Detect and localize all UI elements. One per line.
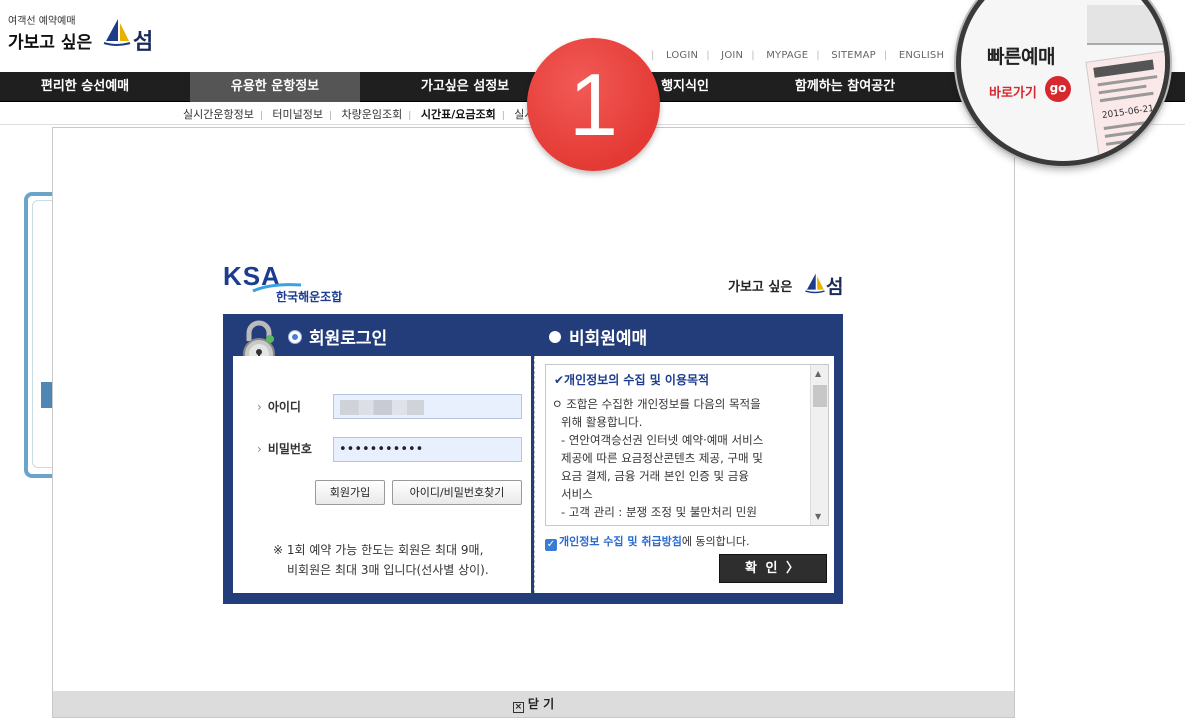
agree-checkbox[interactable]: ✓ [545,539,557,551]
ticket-icon: 2015-06-21 [1085,49,1165,161]
top-utility-nav: | | LOGIN| JOIN| MYPAGE| SITEMAP| ENGLIS… [628,50,945,61]
brand-island: 섬 [826,276,844,298]
login-link[interactable]: LOGIN [666,50,698,61]
privacy-scrollbar[interactable]: ▲ ▼ [810,365,828,525]
id-input[interactable] [333,394,522,419]
nav-operation-info[interactable]: 유용한 운항정보 [190,72,360,102]
radio-guest[interactable] [549,331,561,343]
password-label: › 비밀번호 [257,442,312,456]
step-number-badge: 1 [527,38,660,171]
close-button[interactable]: × 닫 기 [53,691,1014,717]
ksa-name: 한국해운조합 [276,290,343,304]
confirm-button[interactable]: 확 인 〉 [719,554,827,583]
english-link[interactable]: ENGLISH [899,50,944,61]
quick-booking-title: 빠른예매 [987,46,1055,68]
radio-member[interactable] [289,331,301,343]
logo-island: 섬 [133,30,154,55]
login-panel: 회원로그인 비회원예매 › 아이디 › 비밀번호 ••••••••••• 회원가입 … [223,314,843,604]
logo-subtitle: 여객선 예약예매 [8,16,76,27]
brand-title: 가보고 싶은 [728,280,793,295]
nav-island-info[interactable]: 가고싶은 섬정보 [380,72,550,102]
privacy-policy-link[interactable]: 개인정보 수집 및 취급방침 [559,535,682,548]
scroll-up-icon[interactable]: ▲ [815,369,821,378]
privacy-section: ✔개인정보의 수집 및 이용목적 ㅇ 조합은 수집한 개인정보를 다음의 목적을… [534,356,834,593]
tab-member-login[interactable]: 회원로그인 [289,324,387,349]
background-side-panel [24,192,62,478]
quick-go-label[interactable]: 바로가기 [989,82,1037,101]
sailboat-icon [805,273,825,294]
scroll-down-icon[interactable]: ▼ [815,512,821,521]
booking-limit-note: ※ 1회 예약 가능 한도는 회원은 최대 9매, 비회원은 최대 3매 입니다… [273,543,489,577]
sailboat-icon [103,19,131,46]
tab-member-label: 회원로그인 [309,329,388,349]
privacy-agree[interactable]: ✓ 개인정보 수집 및 취급방침에 동의합니다. [545,533,750,551]
login-form: › 아이디 › 비밀번호 ••••••••••• 회원가입 아이디/비밀번호찾기 ※… [233,356,531,593]
logo-title[interactable]: 가보고 싶은 [8,28,92,53]
ticket-machine-slot [1087,5,1165,45]
agree-suffix: 에 동의합니다. [681,535,750,548]
tab-guest-label: 비회원예매 [569,329,648,349]
close-label: 닫 기 [527,697,555,711]
join-button[interactable]: 회원가입 [315,480,385,505]
sitemap-link[interactable]: SITEMAP [831,50,876,61]
privacy-title: ✔개인정보의 수집 및 이용목적 [554,373,710,387]
nav-community[interactable]: 함께하는 참여공간 [760,72,930,102]
subnav-realtime[interactable]: 실시간운항정보 [183,108,254,121]
privacy-textbox[interactable]: ✔개인정보의 수집 및 이용목적 ㅇ 조합은 수집한 개인정보를 다음의 목적을… [545,364,829,526]
subnav-timetable[interactable]: 시간표/요금조회 [421,108,496,121]
scroll-thumb[interactable] [813,385,827,407]
subnav-terminal[interactable]: 터미널정보 [272,108,323,121]
join-link[interactable]: JOIN [721,50,743,61]
tab-guest-booking[interactable]: 비회원예매 [549,324,647,349]
subnav-vehicle-fare[interactable]: 차량운임조회 [342,108,403,121]
quick-go-button[interactable]: go [1045,76,1071,102]
find-account-button[interactable]: 아이디/비밀번호찾기 [392,480,522,505]
close-icon: × [512,702,524,713]
password-input[interactable]: ••••••••••• [333,437,522,462]
mypage-link[interactable]: MYPAGE [766,50,808,61]
nav-booking[interactable]: 편리한 승선예매 [0,72,170,102]
id-label: › 아이디 [257,400,301,414]
privacy-text: ㅇ 조합은 수집한 개인정보를 다음의 목적을 위해 활용합니다. - 연안여객… [552,397,764,519]
